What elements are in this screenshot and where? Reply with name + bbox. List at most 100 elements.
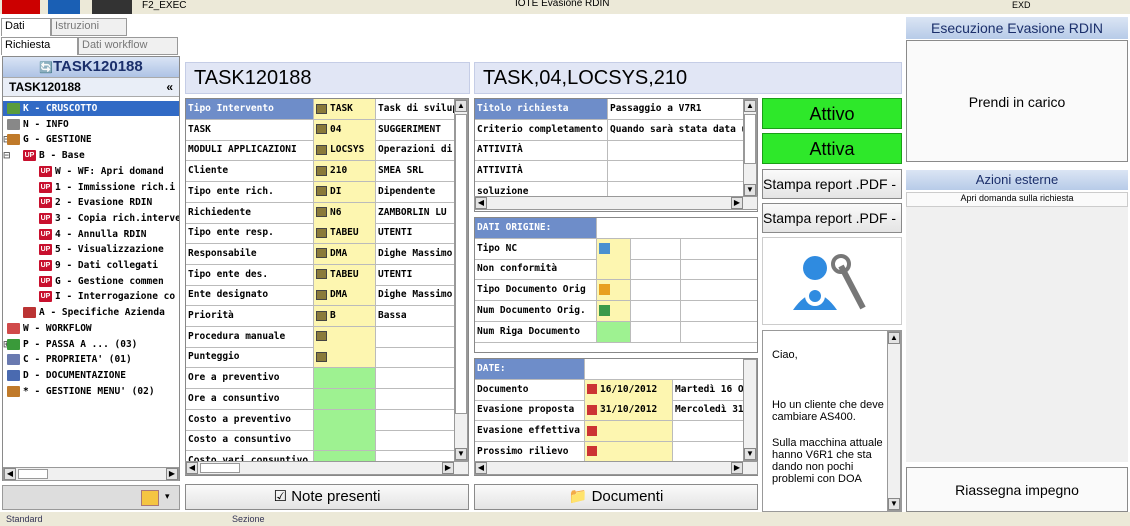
tree-node[interactable]: W - WORKFLOW xyxy=(3,321,179,336)
scroll-up-icon[interactable]: ▲ xyxy=(888,332,900,344)
table-row[interactable]: MODULI APPLICAZIONI LOCSYS Operazioni di s xyxy=(186,140,456,162)
task-hscrollbar[interactable]: ◀ ▶ xyxy=(185,461,469,475)
scroll-down-icon[interactable]: ▼ xyxy=(744,448,756,460)
scroll-right-icon[interactable]: ▶ xyxy=(731,462,743,474)
table-row[interactable]: Tipo NC xyxy=(475,238,757,260)
apri-domanda-link[interactable]: Apri domanda sulla richiesta xyxy=(906,192,1128,207)
tab-dati[interactable]: Dati xyxy=(1,18,51,36)
table-row[interactable]: Num Riga Documento xyxy=(475,321,757,343)
scroll-down-icon[interactable]: ▼ xyxy=(888,498,900,510)
table-row[interactable]: Num Documento Orig. xyxy=(475,300,757,322)
tree-node[interactable]: UP 5 - Visualizzazione xyxy=(3,242,179,257)
scroll-thumb[interactable] xyxy=(744,114,756,164)
message-box[interactable]: Ciao, Ho un cliente che deve cambiare AS… xyxy=(762,330,902,512)
collapse-icon[interactable]: « xyxy=(166,78,173,96)
scroll-up-icon[interactable]: ▲ xyxy=(455,100,467,112)
table-row[interactable]: Tipo Documento Orig xyxy=(475,280,757,302)
scroll-thumb[interactable] xyxy=(455,114,467,414)
tree-node[interactable]: UP I - Interrogazione co xyxy=(3,289,179,304)
attiva-status[interactable]: Attiva xyxy=(762,133,902,164)
scroll-right-icon[interactable]: ▶ xyxy=(166,468,178,480)
tree-node[interactable]: UP 4 - Annulla RDIN xyxy=(3,227,179,242)
row-description xyxy=(376,409,456,430)
attivo-status[interactable]: Attivo xyxy=(762,98,902,129)
tree-node[interactable]: A - Specifiche Azienda xyxy=(3,305,179,320)
tree-node[interactable]: * - GESTIONE MENU' (02) xyxy=(3,384,179,399)
table-row[interactable]: Ore a preventivo xyxy=(186,368,456,390)
note-presenti-button[interactable]: ☑ Note presenti xyxy=(185,484,469,510)
stampa-report-1-button[interactable]: Stampa report .PDF - I xyxy=(762,169,902,199)
table-row[interactable]: Titolo richiesta Passaggio a V7R1 xyxy=(475,99,745,120)
table-row[interactable]: Tipo Intervento TASK Task di svilupp xyxy=(186,99,456,120)
prendi-in-carico-button[interactable]: Prendi in carico xyxy=(906,40,1128,162)
scroll-right-icon[interactable]: ▶ xyxy=(731,197,743,209)
tab-dati-workflow[interactable]: Dati workflow xyxy=(78,37,178,55)
table-row[interactable]: Ore a consuntivo xyxy=(186,388,456,410)
tree-node[interactable]: UP 9 - Dati collegati xyxy=(3,258,179,273)
riassegna-impegno-button[interactable]: Riassegna impegno xyxy=(906,467,1128,512)
table-row[interactable]: Richiedente N6 ZAMBORLIN LU xyxy=(186,202,456,224)
table-row[interactable]: Costo a preventivo xyxy=(186,409,456,431)
tree-node[interactable]: ⊟G - GESTIONE xyxy=(3,132,179,147)
tree-node[interactable]: C - PROPRIETA' (01) xyxy=(3,352,179,367)
tree-node-label: G - Gestione commen xyxy=(55,275,164,287)
message-vscrollbar[interactable]: ▲ ▼ xyxy=(887,331,901,511)
scroll-thumb[interactable] xyxy=(18,469,48,479)
scroll-left-icon[interactable]: ◀ xyxy=(475,462,487,474)
tab-istruzioni[interactable]: Istruzioni xyxy=(51,18,127,36)
folder-icon[interactable] xyxy=(141,490,159,506)
tree-node[interactable]: ⊟ UP B - Base xyxy=(3,148,179,163)
scroll-up-icon[interactable]: ▲ xyxy=(744,100,756,112)
tab-richiesta[interactable]: Richiesta xyxy=(1,37,78,55)
table-row[interactable]: Criterio completamento Quando sarà stata … xyxy=(475,119,745,141)
info-hscrollbar[interactable]: ◀ ▶ xyxy=(474,196,758,210)
table-row[interactable]: ATTIVITÀ xyxy=(475,161,745,183)
table-row[interactable]: TASK 04 SUGGERIMENT xyxy=(186,119,456,141)
table-row[interactable]: ATTIVITÀ xyxy=(475,140,745,162)
scroll-left-icon[interactable]: ◀ xyxy=(475,197,487,209)
task-vscrollbar[interactable]: ▲ ▼ xyxy=(454,99,468,461)
dates-vscrollbar[interactable]: ▼ xyxy=(743,359,757,461)
table-row[interactable]: Documento 16/10/2012 Martedì 16 O xyxy=(475,379,745,401)
documenti-button[interactable]: 📁 Documenti xyxy=(474,484,758,510)
tree-node[interactable]: ⊞P - PASSA A ... (03) xyxy=(3,337,179,352)
row-label: Priorità xyxy=(186,306,314,326)
row-label: Tipo ente des. xyxy=(186,264,314,285)
tree-hscrollbar[interactable]: ◀ ▶ xyxy=(3,467,179,481)
stampa-report-2-button[interactable]: Stampa report .PDF - E xyxy=(762,203,902,233)
table-row[interactable]: Responsabile DMA Dighe Massimo xyxy=(186,243,456,265)
table-row[interactable]: Procedura manuale xyxy=(186,326,456,348)
dates-hscrollbar[interactable]: ◀ ▶ xyxy=(474,461,758,475)
table-row[interactable]: Tipo ente rich. DI Dipendente xyxy=(186,181,456,203)
table-row[interactable]: Evasione proposta 31/10/2012 Mercoledì 31 xyxy=(475,400,745,422)
scroll-right-icon[interactable]: ▶ xyxy=(442,462,454,474)
tree-node[interactable]: UP W - WF: Apri domand xyxy=(3,164,179,179)
table-row[interactable]: Cliente 210 SMEA SRL xyxy=(186,161,456,183)
scroll-down-icon[interactable]: ▼ xyxy=(744,184,756,196)
scroll-left-icon[interactable]: ◀ xyxy=(4,468,16,480)
table-row[interactable]: Costo a consuntivo xyxy=(186,430,456,452)
table-row[interactable]: Non conformità xyxy=(475,259,757,281)
tree-node[interactable]: N - INFO xyxy=(3,117,179,132)
table-row[interactable]: Tipo ente des. TABEU UTENTI xyxy=(186,264,456,286)
table-row[interactable]: Tipo ente resp. TABEU UTENTI xyxy=(186,223,456,245)
scroll-thumb[interactable] xyxy=(200,463,240,473)
row-code: TABEU xyxy=(314,264,376,285)
table-row[interactable]: Prossimo rilievo xyxy=(475,441,745,463)
tree-node[interactable]: UP 3 - Copia rich.interve xyxy=(3,211,179,226)
dropdown-arrow-icon[interactable]: ▾ xyxy=(165,491,170,502)
tree-node[interactable]: D - DOCUMENTAZIONE xyxy=(3,368,179,383)
tree-node[interactable]: K - CRUSCOTTO xyxy=(3,101,179,116)
scroll-down-icon[interactable]: ▼ xyxy=(455,448,467,460)
scroll-left-icon[interactable]: ◀ xyxy=(186,462,198,474)
tree-node[interactable]: UP 2 - Evasione RDIN xyxy=(3,195,179,210)
table-row[interactable]: Punteggio xyxy=(186,347,456,369)
tree-node[interactable]: UP 1 - Immissione rich.i xyxy=(3,180,179,195)
tree-expander-icon[interactable]: ⊟ xyxy=(3,149,23,163)
table-row[interactable]: Priorità B Bassa xyxy=(186,306,456,327)
tab-label: Istruzioni xyxy=(55,20,100,32)
table-row[interactable]: Ente designato DMA Dighe Massimo xyxy=(186,285,456,307)
info-vscrollbar[interactable]: ▲ ▼ xyxy=(743,99,757,197)
tree-node[interactable]: UP G - Gestione commen xyxy=(3,274,179,289)
table-row[interactable]: Evasione effettiva xyxy=(475,421,745,443)
